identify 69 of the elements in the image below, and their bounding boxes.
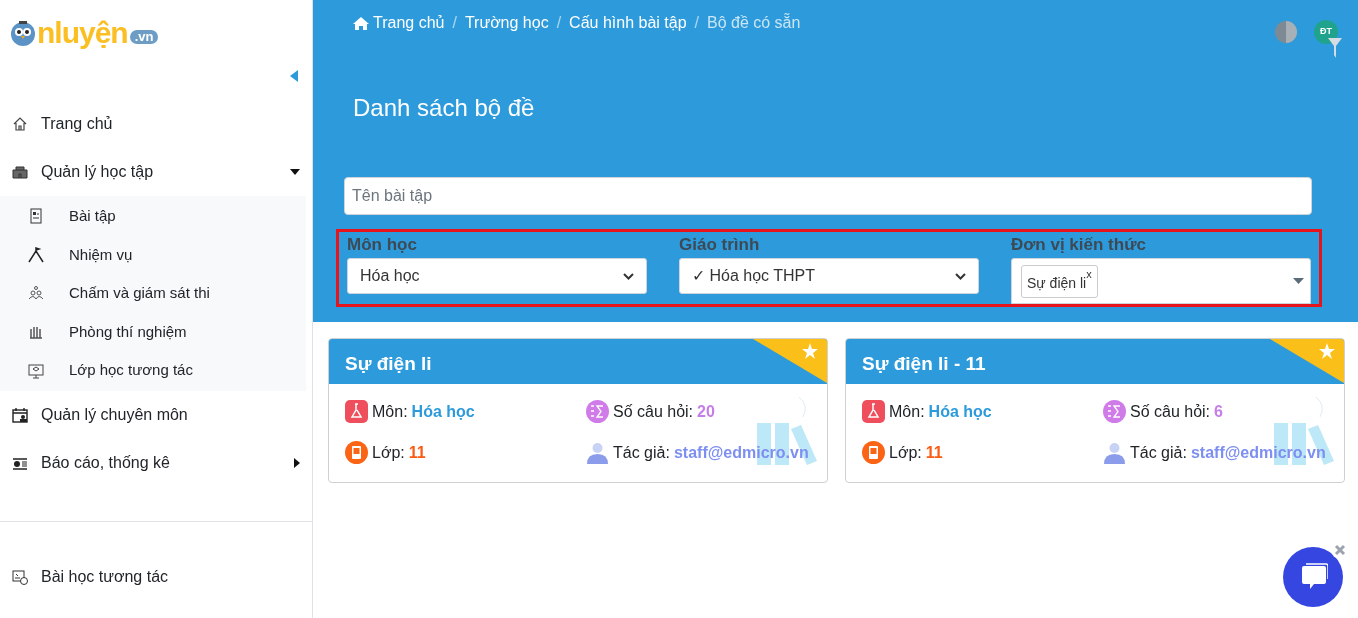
chat-button[interactable] [1283,547,1343,607]
filter-label: Môn học [347,235,418,255]
field-value: 6 [1214,401,1223,422]
filter-label: Đơn vị kiến thức [1011,235,1147,255]
page-title: Danh sách bộ đề [353,93,535,123]
filter-label: Giáo trình [679,235,761,255]
card-title: Sự điện li - 11 [862,352,986,376]
sidebar-item[interactable]: Trang chủ [0,100,312,148]
field-label: Số câu hỏi: [613,401,694,422]
field-label: Lớp: [889,442,922,463]
exercise-card[interactable]: Sự điện li Môn: Hóa học Số câu hỏi: 20 Lớp: 11 Tác giả: staff@edmicro.vn [328,338,828,483]
sigma-list-icon [586,400,609,423]
breadcrumb-separator: / [694,13,699,33]
field-label: Tác giả: [1130,442,1187,463]
filter-icon[interactable] [1328,38,1342,58]
tag-remove[interactable]: x [1086,267,1092,280]
flask-icon [862,400,885,423]
sidebar-item[interactable]: Báo cáo, thống kê [0,438,312,487]
chevron-down-icon [955,272,966,280]
breadcrumb-separator: / [452,13,457,33]
field-label: Lớp: [372,442,405,463]
exercise-card[interactable]: Sự điện li - 11 Môn: Hóa học Số câu hỏi: 6 Lớp: 11 Tác giả: staff@edmicro.vn [845,338,1345,483]
dropdown[interactable]: ✓ Hóa học THPT [679,258,979,294]
field-label: Số câu hỏi: [1130,401,1211,422]
collapse-arrow-icon[interactable] [290,70,298,82]
sidebar-subitem[interactable]: Nhiệm vụ [0,235,306,275]
sidebar-item[interactable]: Quản lý học tập [0,148,312,196]
field-value: staff@edmicro.vn [1190,442,1326,463]
field-value: Hóa học [411,401,475,422]
person-icon [586,441,609,464]
field-value: Hóa học [928,401,992,422]
person-icon [1103,441,1126,464]
calendar-person-icon [12,406,28,423]
people-icon [28,285,44,302]
breadcrumb-current: Bộ đề có sẵn [707,12,801,33]
sidebar-subitem[interactable]: Lớp học tương tác [0,351,306,390]
book-icon [862,441,885,464]
caret-down-icon [1293,278,1304,284]
dropdown[interactable]: Hóa học [347,258,647,294]
building-icon [12,164,28,180]
field-label: Môn: [889,401,925,422]
chevron-down-icon [623,272,634,280]
logo-domain-badge: .vn [129,30,159,44]
owl-logo-icon [10,20,36,46]
sigma-list-icon [1103,400,1126,423]
field-value: 11 [408,442,426,463]
field-label: Môn: [372,401,408,422]
field-value: staff@edmicro.vn [673,442,809,463]
mountain-flag-icon [28,246,44,263]
document-icon [28,208,44,225]
logo-text: nluyện [37,18,128,48]
field-value: 11 [925,442,943,463]
breadcrumb-separator: / [556,13,562,33]
lesson-screen-icon [12,568,28,585]
monitor-icon [28,362,44,379]
sidebar-subitem[interactable]: Phòng thí nghiệm [0,312,306,352]
sidebar-item[interactable]: Quản lý chuyên môn [0,390,312,439]
book-icon [345,441,368,464]
flask-icon [345,400,368,423]
search-field[interactable]: Tên bài tập [344,177,1312,215]
field-label: Tác giả: [613,442,670,463]
card-title: Sự điện li [345,352,432,376]
home-icon [12,116,28,132]
test-tubes-icon [28,324,44,341]
field-value: 20 [697,401,715,422]
contrast-icon[interactable] [1274,20,1298,44]
sidebar-subitem[interactable]: Chấm và giám sát thi [0,274,306,313]
sidebar-item[interactable]: Bài học tương tác [0,556,312,597]
sidebar-subitem[interactable]: Bài tập [0,197,306,236]
